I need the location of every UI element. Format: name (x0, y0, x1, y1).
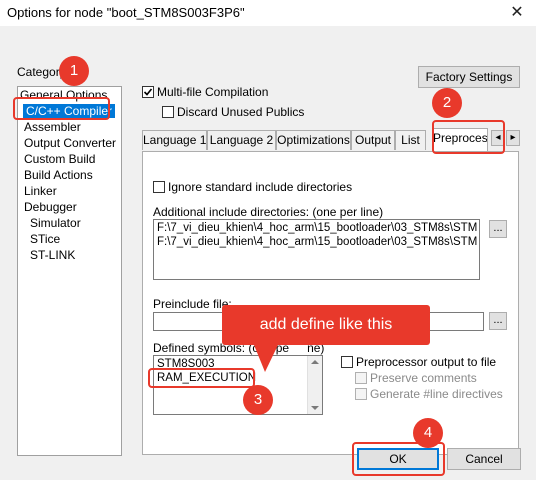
category-item-stice[interactable]: STice (30, 232, 60, 246)
include-dirs-label: Additional include directories: (one per… (153, 205, 384, 219)
scroll-up-icon[interactable] (311, 360, 319, 364)
preinclude-browse-button[interactable]: ... (489, 312, 507, 330)
annotation-step-3: 3 (243, 385, 273, 415)
defined-symbols-scrollbar[interactable] (307, 356, 322, 414)
annotation-step-4: 4 (413, 418, 443, 448)
generate-line-checkbox[interactable] (355, 388, 367, 400)
annotation-step-1: 1 (59, 56, 89, 86)
category-item-output-converter[interactable]: Output Converter (24, 136, 116, 150)
ignore-std-include-checkbox[interactable] (153, 181, 165, 193)
preprocessor-output-label: Preprocessor output to file (356, 355, 497, 369)
multi-file-label: Multi-file Compilation (157, 85, 269, 99)
annotation-highlight-preprocessor-tab (432, 120, 505, 154)
checkmark-icon (143, 88, 153, 96)
annotation-highlight-compiler (13, 97, 110, 120)
scroll-down-icon[interactable] (311, 406, 319, 410)
category-item-debugger[interactable]: Debugger (24, 200, 77, 214)
category-list: General Options C/C++ Compiler Assembler… (17, 86, 122, 456)
category-item-st-link[interactable]: ST-LINK (30, 248, 75, 262)
category-item-linker[interactable]: Linker (24, 184, 57, 198)
category-item-simulator[interactable]: Simulator (30, 216, 81, 230)
preprocessor-output-checkbox[interactable] (341, 356, 353, 368)
tab-optimizations[interactable]: Optimizations (276, 130, 351, 150)
preinclude-label: Preinclude file: (153, 297, 232, 311)
ignore-std-include-label: Ignore standard include directories (168, 180, 353, 194)
window-title: Options for node "boot_STM8S003F3P6" (7, 5, 245, 20)
preprocessor-panel: Ignore standard include directories Addi… (142, 151, 519, 455)
include-dir-line: F:\7_vi_dieu_khien\4_hoc_arm\15_bootload… (157, 236, 478, 248)
tab-output[interactable]: Output (351, 130, 395, 150)
annotation-callout: add define like this (222, 305, 430, 345)
discard-unused-checkbox[interactable] (162, 106, 174, 118)
title-bar: Options for node "boot_STM8S003F3P6" ✕ (0, 0, 536, 27)
cancel-button[interactable]: Cancel (447, 448, 521, 470)
close-icon[interactable]: ✕ (506, 3, 528, 23)
annotation-highlight-ram-execution (148, 368, 255, 388)
include-dirs-textarea[interactable]: F:\7_vi_dieu_khien\4_hoc_arm\15_bootload… (153, 219, 480, 280)
category-item-assembler[interactable]: Assembler (24, 120, 81, 134)
preserve-comments-checkbox[interactable] (355, 372, 367, 384)
category-item-custom-build[interactable]: Custom Build (24, 152, 95, 166)
discard-unused-label: Discard Unused Publics (177, 105, 305, 119)
multi-file-checkbox[interactable] (142, 86, 154, 98)
generate-line-label: Generate #line directives (370, 387, 503, 401)
tab-language-1[interactable]: Language 1 (142, 130, 207, 150)
annotation-step-2: 2 (432, 88, 462, 118)
tab-list[interactable]: List (395, 130, 426, 150)
tab-scroll-right-icon[interactable]: ▸ (506, 130, 520, 146)
include-dirs-browse-button[interactable]: ... (489, 220, 507, 238)
include-dir-line: F:\7_vi_dieu_khien\4_hoc_arm\15_bootload… (157, 222, 478, 234)
tab-language-2[interactable]: Language 2 (207, 130, 276, 150)
category-item-build-actions[interactable]: Build Actions (24, 168, 93, 182)
preserve-comments-label: Preserve comments (370, 371, 477, 385)
factory-settings-button[interactable]: Factory Settings (418, 66, 520, 88)
